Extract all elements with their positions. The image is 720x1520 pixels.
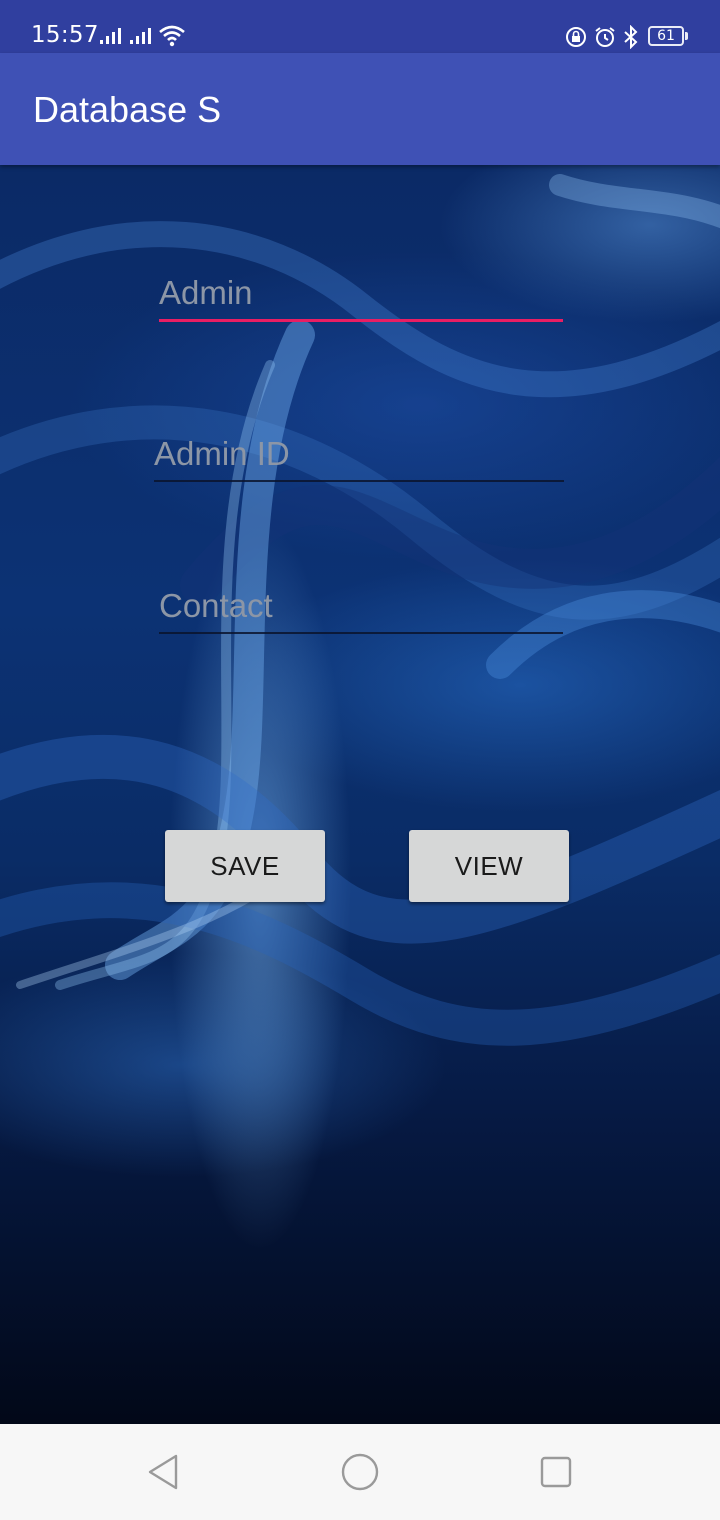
admin-id-input-underline — [154, 480, 564, 482]
home-icon[interactable] — [336, 1448, 384, 1496]
contact-input-underline — [159, 632, 563, 634]
admin-input[interactable] — [159, 269, 563, 317]
content-background — [0, 165, 720, 1424]
admin-id-input[interactable] — [154, 430, 564, 478]
alarm-icon — [595, 27, 615, 47]
save-button[interactable]: SAVE — [165, 830, 325, 902]
app-title: Database S — [33, 89, 222, 130]
navigation-bar — [0, 1424, 720, 1520]
status-bar: 15:57 61 — [0, 0, 720, 53]
lock-rotation-icon — [566, 27, 586, 47]
signal-icon — [130, 28, 151, 44]
swirl-background-image — [0, 174, 720, 1046]
app-bar: Database S — [0, 53, 720, 165]
admin-input-underline — [159, 319, 563, 322]
contact-input[interactable] — [159, 582, 563, 630]
bluetooth-icon — [624, 25, 638, 49]
back-icon[interactable] — [140, 1448, 188, 1496]
battery-icon: 61 — [648, 26, 688, 46]
wifi-icon — [159, 25, 185, 47]
view-button[interactable]: VIEW — [409, 830, 569, 902]
signal-icon — [100, 28, 121, 44]
status-time: 15:57 — [31, 22, 99, 48]
recents-icon[interactable] — [532, 1448, 580, 1496]
